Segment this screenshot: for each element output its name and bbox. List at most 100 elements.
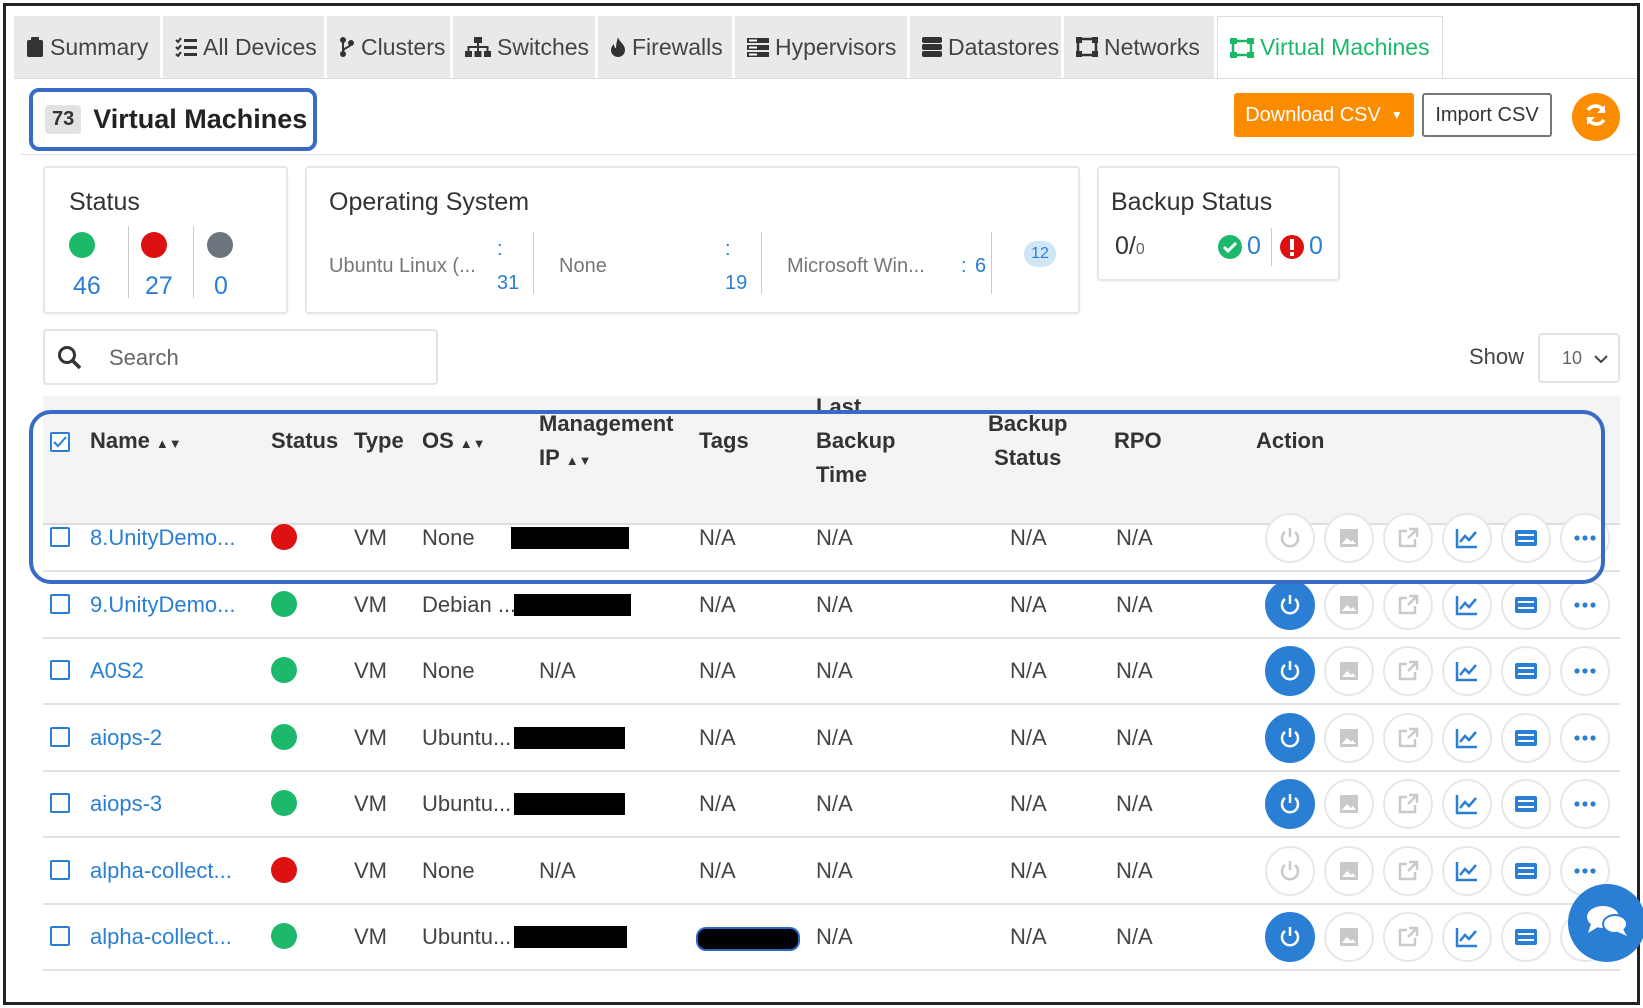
page-size-select[interactable]: 10: [1538, 333, 1620, 383]
column-management-ip[interactable]: Management IP ▲▼: [539, 407, 673, 478]
caret-down-icon: ▼: [1390, 108, 1403, 122]
open-external-button[interactable]: [1383, 712, 1433, 763]
image-button[interactable]: [1324, 845, 1374, 896]
open-external-button[interactable]: [1383, 513, 1433, 563]
more-button[interactable]: [1560, 646, 1610, 696]
metrics-button[interactable]: [1442, 912, 1492, 962]
metrics-button[interactable]: [1442, 712, 1492, 763]
power-button[interactable]: [1265, 513, 1315, 563]
row-checkbox[interactable]: [50, 926, 70, 946]
table-row[interactable]: 9.UnityDemo... VM Debian ... N/A N/A N/A N/A: [43, 570, 1620, 639]
image-button[interactable]: [1324, 712, 1374, 763]
backup-error-count[interactable]: 0: [1309, 232, 1323, 261]
rpo: N/A: [1116, 724, 1153, 750]
os-item-count[interactable]: 31: [497, 272, 519, 295]
tab-networks[interactable]: Networks: [1064, 16, 1217, 78]
more-button[interactable]: [1560, 712, 1610, 763]
status-unknown-count[interactable]: 0: [214, 272, 228, 301]
status-down-count[interactable]: 27: [145, 272, 173, 301]
more-button[interactable]: [1560, 779, 1610, 829]
row-checkbox[interactable]: [50, 593, 70, 614]
vm-name-link[interactable]: aiops-2: [90, 724, 162, 752]
search-input[interactable]: [109, 341, 419, 375]
tab-label: Summary: [50, 33, 149, 60]
vm-name-link[interactable]: aiops-3: [90, 790, 162, 818]
console-button[interactable]: [1501, 579, 1551, 630]
row-checkbox[interactable]: [50, 726, 70, 747]
status-up-count[interactable]: 46: [73, 272, 101, 301]
power-button[interactable]: [1265, 779, 1315, 829]
open-external-button[interactable]: [1383, 579, 1433, 630]
power-button[interactable]: [1265, 579, 1315, 630]
tab-virtual-machines[interactable]: Virtual Machines: [1217, 16, 1443, 78]
refresh-button[interactable]: [1572, 93, 1620, 141]
vm-tags: N/A: [699, 658, 736, 683]
vm-name-link[interactable]: alpha-collect...: [90, 923, 232, 951]
sort-icon: ▲▼: [565, 453, 592, 468]
table-row[interactable]: aiops-2 VM Ubuntu... N/A N/A N/A N/A: [43, 703, 1620, 772]
vm-name-link[interactable]: A0S2: [90, 657, 144, 685]
tab-hypervisors[interactable]: Hypervisors: [735, 16, 910, 78]
os-more-badge[interactable]: 12: [1024, 241, 1056, 267]
last-backup-time: N/A: [816, 658, 853, 683]
power-icon: [1278, 792, 1302, 816]
open-external-button[interactable]: [1383, 845, 1433, 896]
last-backup-time: N/A: [816, 924, 853, 949]
metrics-button[interactable]: [1442, 646, 1492, 696]
open-external-button[interactable]: [1383, 779, 1433, 829]
table-row[interactable]: 8.UnityDemo... VM None N/A N/A N/A N/A: [43, 503, 1620, 572]
tab-datastores[interactable]: Datastores: [910, 16, 1064, 78]
image-button[interactable]: [1324, 646, 1374, 696]
management-ip: N/A: [539, 658, 576, 683]
image-button[interactable]: [1324, 513, 1374, 563]
vm-name-link[interactable]: 8.UnityDemo...: [90, 524, 236, 552]
console-button[interactable]: [1501, 712, 1551, 763]
tab-firewalls[interactable]: Firewalls: [598, 16, 735, 78]
vm-name-link[interactable]: 9.UnityDemo...: [90, 591, 236, 619]
row-checkbox[interactable]: [50, 527, 70, 547]
metrics-button[interactable]: [1442, 779, 1492, 829]
metrics-button[interactable]: [1442, 845, 1492, 896]
row-checkbox[interactable]: [50, 660, 70, 680]
metrics-button[interactable]: [1442, 579, 1492, 630]
screen-icon: [1514, 861, 1538, 881]
column-os[interactable]: OS ▲▼: [422, 424, 486, 461]
console-button[interactable]: [1501, 912, 1551, 962]
download-csv-button[interactable]: Download CSV ▼: [1234, 93, 1414, 137]
open-external-button[interactable]: [1383, 646, 1433, 696]
console-button[interactable]: [1501, 646, 1551, 696]
more-button[interactable]: [1560, 579, 1610, 630]
power-button[interactable]: [1265, 646, 1315, 696]
vm-name-link[interactable]: alpha-collect...: [90, 857, 232, 885]
column-name[interactable]: Name ▲▼: [90, 424, 182, 461]
table-row[interactable]: A0S2 VM None N/A N/A N/A N/A N/A: [43, 636, 1620, 705]
row-checkbox[interactable]: [50, 793, 70, 813]
table-row[interactable]: alpha-collect... VM None N/A N/A N/A N/A N/A: [43, 836, 1620, 905]
tab-all-devices[interactable]: All Devices: [163, 16, 327, 78]
row-checkbox[interactable]: [50, 859, 70, 880]
console-button[interactable]: [1501, 779, 1551, 829]
console-button[interactable]: [1501, 845, 1551, 896]
tab-clusters[interactable]: Clusters: [327, 16, 453, 78]
image-button[interactable]: [1324, 579, 1374, 630]
column-tags: Tags: [699, 428, 749, 453]
open-external-button[interactable]: [1383, 912, 1433, 962]
tab-switches[interactable]: Switches: [453, 16, 598, 78]
image-button[interactable]: [1324, 912, 1374, 962]
select-all-checkbox[interactable]: [50, 432, 70, 452]
power-button[interactable]: [1265, 845, 1315, 896]
table-row[interactable]: alpha-collect... VM Ubuntu... N/A N/A N/A: [43, 902, 1620, 971]
image-button[interactable]: [1324, 779, 1374, 829]
power-button[interactable]: [1265, 712, 1315, 763]
more-button[interactable]: [1560, 513, 1610, 563]
os-item-count[interactable]: 6: [975, 255, 986, 278]
import-csv-button[interactable]: Import CSV: [1422, 93, 1552, 137]
power-button[interactable]: [1265, 912, 1315, 962]
table-row[interactable]: aiops-3 VM Ubuntu... N/A N/A N/A N/A: [43, 769, 1620, 838]
tab-summary[interactable]: Summary: [14, 16, 163, 78]
console-button[interactable]: [1501, 513, 1551, 563]
backup-success-count[interactable]: 0: [1247, 232, 1261, 261]
os-item-count[interactable]: 19: [725, 272, 747, 295]
metrics-button[interactable]: [1442, 513, 1492, 563]
chat-button[interactable]: [1568, 884, 1643, 962]
